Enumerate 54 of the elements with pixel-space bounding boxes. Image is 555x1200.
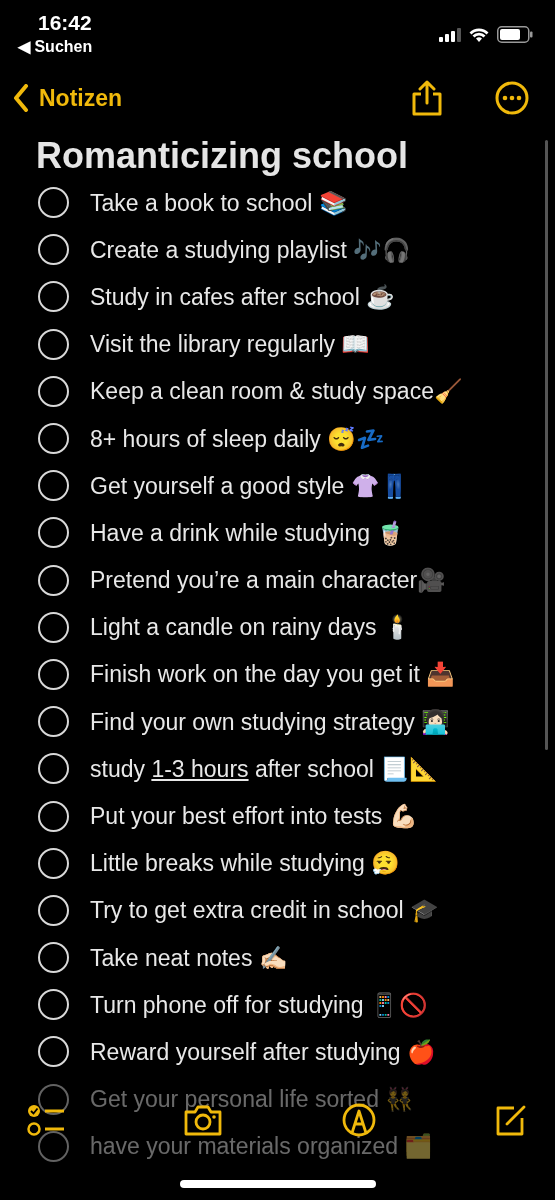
checkbox[interactable] — [38, 423, 69, 455]
scrollbar[interactable] — [545, 140, 548, 750]
checklist-item-text: Take neat notes ✍🏻 — [90, 943, 288, 973]
checkbox[interactable] — [38, 989, 69, 1021]
checkbox[interactable] — [38, 847, 69, 879]
checklist-item-text: Try to get extra credit in school 🎓 — [90, 896, 439, 926]
checklist-item-text: have your materials organized 🗂 — [90, 1132, 434, 1162]
checkbox[interactable] — [38, 517, 69, 549]
checkbox[interactable] — [38, 800, 69, 832]
checkbox[interactable] — [38, 753, 69, 785]
chevron-left-icon — [13, 84, 29, 112]
checkbox[interactable] — [38, 470, 69, 502]
clock-time: 16:42 — [37, 10, 93, 36]
checklist-item-text: Finish work on the day you get it 📥 — [90, 660, 456, 690]
checkbox[interactable] — [38, 328, 69, 360]
checkbox[interactable] — [38, 234, 69, 266]
checklist-icon[interactable] — [27, 1104, 65, 1136]
link[interactable]: 1-3 hours — [151, 755, 249, 782]
compose-icon[interactable] — [494, 1103, 528, 1137]
checklist-item-text: Create a studying playlist 🎶🎧 — [90, 235, 412, 265]
signal-icon — [439, 27, 461, 42]
checkbox[interactable] — [38, 706, 69, 738]
checklist-item-text: Visit the library regularly 📖 — [90, 330, 371, 360]
share-icon[interactable] — [411, 80, 443, 116]
checkbox[interactable] — [38, 375, 69, 407]
checklist-item-text: Take a book to school 📚 — [90, 188, 348, 218]
checkbox[interactable] — [38, 281, 69, 313]
checklist-item-text: Reward yourself after studying 🍎 — [90, 1037, 437, 1067]
checklist-item-text: 8+ hours of sleep daily 😴💤 — [90, 424, 386, 454]
checklist-item-text: Pretend you’re a main character🎥 — [90, 566, 447, 596]
checklist-item-text: Put your best effort into tests 💪🏻 — [90, 802, 418, 832]
checklist-item-text: Find your own studying strategy 👩🏻‍💻 — [90, 707, 451, 737]
checklist-item-text: Have a drink while studying 🧋 — [90, 518, 406, 548]
checklist-item-text: Get your personal life sorted 👯 — [90, 1085, 415, 1115]
checkbox[interactable] — [38, 894, 69, 926]
checklist-item-text: Light a candle on rainy days 🕯 — [90, 613, 412, 643]
back-to-app-link[interactable]: ◀ Suchen — [18, 36, 93, 58]
checkbox[interactable] — [38, 187, 69, 219]
checkbox[interactable] — [38, 564, 69, 596]
battery-icon — [497, 26, 533, 43]
checklist-item-text: study 1-3 hours after school 📃📐 — [90, 754, 439, 784]
checkbox[interactable] — [38, 611, 69, 643]
back-button[interactable]: Notizen — [13, 80, 123, 116]
checklist-item-text: Little breaks while studying 😮‍💨 — [90, 849, 401, 879]
checkbox[interactable] — [38, 1130, 69, 1162]
checklist-item-text: Study in cafes after school ☕ — [90, 282, 396, 312]
checkbox[interactable] — [38, 1036, 69, 1068]
checkbox[interactable] — [38, 942, 69, 974]
note-title: Romanticizing school — [36, 134, 410, 178]
checkbox[interactable] — [38, 658, 69, 690]
checklist-item-text: Get yourself a good style 👚👖 — [90, 471, 409, 501]
wifi-icon — [469, 27, 489, 42]
checklist-item-text: Keep a clean room & study space🧹 — [90, 377, 463, 407]
more-icon[interactable] — [495, 81, 529, 115]
